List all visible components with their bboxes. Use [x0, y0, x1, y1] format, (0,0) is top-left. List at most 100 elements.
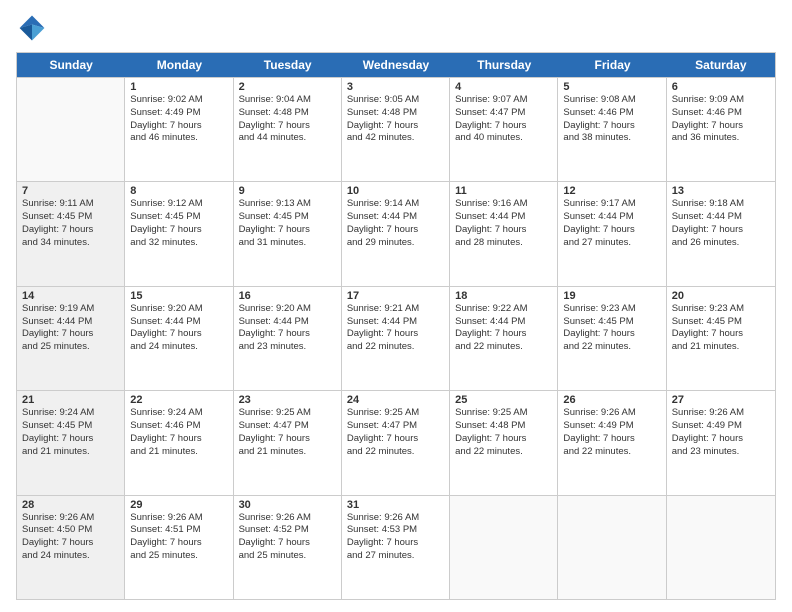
cell-line: and 22 minutes. — [347, 341, 444, 354]
cell-line: and 24 minutes. — [130, 341, 227, 354]
calendar-cell-3-1: 22Sunrise: 9:24 AMSunset: 4:46 PMDayligh… — [125, 391, 233, 494]
cell-line: Daylight: 7 hours — [130, 328, 227, 341]
calendar-cell-4-0: 28Sunrise: 9:26 AMSunset: 4:50 PMDayligh… — [17, 496, 125, 599]
logo — [16, 12, 52, 44]
cell-line: and 25 minutes. — [22, 341, 119, 354]
calendar-row-1: 7Sunrise: 9:11 AMSunset: 4:45 PMDaylight… — [17, 181, 775, 285]
day-number: 1 — [130, 81, 227, 93]
day-number: 21 — [22, 394, 119, 406]
cell-line: Daylight: 7 hours — [563, 224, 660, 237]
cell-line: Daylight: 7 hours — [22, 328, 119, 341]
calendar-cell-1-6: 13Sunrise: 9:18 AMSunset: 4:44 PMDayligh… — [667, 182, 775, 285]
cell-line: Sunrise: 9:18 AM — [672, 198, 770, 211]
cell-line: Sunrise: 9:05 AM — [347, 94, 444, 107]
day-number: 12 — [563, 185, 660, 197]
day-number: 28 — [22, 499, 119, 511]
cell-line: Daylight: 7 hours — [347, 537, 444, 550]
cell-line: and 29 minutes. — [347, 237, 444, 250]
cell-line: Daylight: 7 hours — [239, 120, 336, 133]
cell-line: Sunrise: 9:23 AM — [563, 303, 660, 316]
calendar-cell-1-5: 12Sunrise: 9:17 AMSunset: 4:44 PMDayligh… — [558, 182, 666, 285]
cell-line: Sunset: 4:50 PM — [22, 524, 119, 537]
cell-line: Sunrise: 9:08 AM — [563, 94, 660, 107]
calendar-cell-4-1: 29Sunrise: 9:26 AMSunset: 4:51 PMDayligh… — [125, 496, 233, 599]
cell-line: Sunset: 4:46 PM — [130, 420, 227, 433]
calendar-cell-0-6: 6Sunrise: 9:09 AMSunset: 4:46 PMDaylight… — [667, 78, 775, 181]
cell-line: Sunset: 4:44 PM — [347, 211, 444, 224]
calendar-cell-4-4 — [450, 496, 558, 599]
cell-line: Daylight: 7 hours — [347, 433, 444, 446]
cell-line: Daylight: 7 hours — [672, 328, 770, 341]
cell-line: Sunset: 4:47 PM — [347, 420, 444, 433]
calendar-row-2: 14Sunrise: 9:19 AMSunset: 4:44 PMDayligh… — [17, 286, 775, 390]
day-number: 16 — [239, 290, 336, 302]
calendar-cell-1-3: 10Sunrise: 9:14 AMSunset: 4:44 PMDayligh… — [342, 182, 450, 285]
weekday-header-thursday: Thursday — [450, 53, 558, 77]
cell-line: Sunset: 4:47 PM — [455, 107, 552, 120]
cell-line: Sunset: 4:49 PM — [130, 107, 227, 120]
cell-line: Sunset: 4:46 PM — [563, 107, 660, 120]
cell-line: and 38 minutes. — [563, 132, 660, 145]
cell-line: Daylight: 7 hours — [347, 224, 444, 237]
cell-line: Daylight: 7 hours — [455, 328, 552, 341]
cell-line: Sunrise: 9:25 AM — [455, 407, 552, 420]
weekday-header-tuesday: Tuesday — [234, 53, 342, 77]
cell-line: Sunrise: 9:25 AM — [347, 407, 444, 420]
cell-line: Sunset: 4:48 PM — [455, 420, 552, 433]
cell-line: Sunrise: 9:02 AM — [130, 94, 227, 107]
cell-line: Daylight: 7 hours — [347, 328, 444, 341]
cell-line: Sunset: 4:51 PM — [130, 524, 227, 537]
cell-line: Daylight: 7 hours — [563, 433, 660, 446]
day-number: 24 — [347, 394, 444, 406]
cell-line: Sunrise: 9:24 AM — [130, 407, 227, 420]
cell-line: and 22 minutes. — [455, 341, 552, 354]
cell-line: Daylight: 7 hours — [672, 120, 770, 133]
day-number: 15 — [130, 290, 227, 302]
cell-line: Sunset: 4:48 PM — [239, 107, 336, 120]
cell-line: Sunset: 4:45 PM — [22, 211, 119, 224]
cell-line: and 46 minutes. — [130, 132, 227, 145]
cell-line: Sunrise: 9:17 AM — [563, 198, 660, 211]
cell-line: Daylight: 7 hours — [455, 433, 552, 446]
cell-line: Sunset: 4:44 PM — [455, 211, 552, 224]
cell-line: Sunset: 4:44 PM — [455, 316, 552, 329]
logo-icon — [16, 12, 48, 44]
cell-line: Sunset: 4:45 PM — [239, 211, 336, 224]
cell-line: Daylight: 7 hours — [22, 537, 119, 550]
calendar-cell-0-1: 1Sunrise: 9:02 AMSunset: 4:49 PMDaylight… — [125, 78, 233, 181]
day-number: 3 — [347, 81, 444, 93]
cell-line: and 25 minutes. — [239, 550, 336, 563]
cell-line: Daylight: 7 hours — [239, 224, 336, 237]
cell-line: Sunset: 4:44 PM — [130, 316, 227, 329]
cell-line: Sunrise: 9:23 AM — [672, 303, 770, 316]
weekday-header-monday: Monday — [125, 53, 233, 77]
day-number: 13 — [672, 185, 770, 197]
day-number: 2 — [239, 81, 336, 93]
cell-line: Daylight: 7 hours — [22, 433, 119, 446]
cell-line: Daylight: 7 hours — [130, 537, 227, 550]
weekday-header-wednesday: Wednesday — [342, 53, 450, 77]
calendar: SundayMondayTuesdayWednesdayThursdayFrid… — [16, 52, 776, 600]
calendar-cell-0-2: 2Sunrise: 9:04 AMSunset: 4:48 PMDaylight… — [234, 78, 342, 181]
cell-line: Sunset: 4:45 PM — [22, 420, 119, 433]
calendar-cell-3-2: 23Sunrise: 9:25 AMSunset: 4:47 PMDayligh… — [234, 391, 342, 494]
calendar-cell-1-0: 7Sunrise: 9:11 AMSunset: 4:45 PMDaylight… — [17, 182, 125, 285]
day-number: 14 — [22, 290, 119, 302]
day-number: 25 — [455, 394, 552, 406]
cell-line: and 21 minutes. — [22, 446, 119, 459]
cell-line: and 23 minutes. — [239, 341, 336, 354]
cell-line: Daylight: 7 hours — [455, 120, 552, 133]
cell-line: and 22 minutes. — [347, 446, 444, 459]
cell-line: and 22 minutes. — [563, 341, 660, 354]
calendar-cell-2-3: 17Sunrise: 9:21 AMSunset: 4:44 PMDayligh… — [342, 287, 450, 390]
calendar-cell-1-2: 9Sunrise: 9:13 AMSunset: 4:45 PMDaylight… — [234, 182, 342, 285]
calendar-cell-0-0 — [17, 78, 125, 181]
cell-line: Sunset: 4:44 PM — [239, 316, 336, 329]
cell-line: and 22 minutes. — [563, 446, 660, 459]
cell-line: Sunrise: 9:12 AM — [130, 198, 227, 211]
cell-line: and 21 minutes. — [239, 446, 336, 459]
cell-line: Daylight: 7 hours — [130, 433, 227, 446]
cell-line: and 25 minutes. — [130, 550, 227, 563]
cell-line: and 40 minutes. — [455, 132, 552, 145]
cell-line: Sunrise: 9:26 AM — [672, 407, 770, 420]
